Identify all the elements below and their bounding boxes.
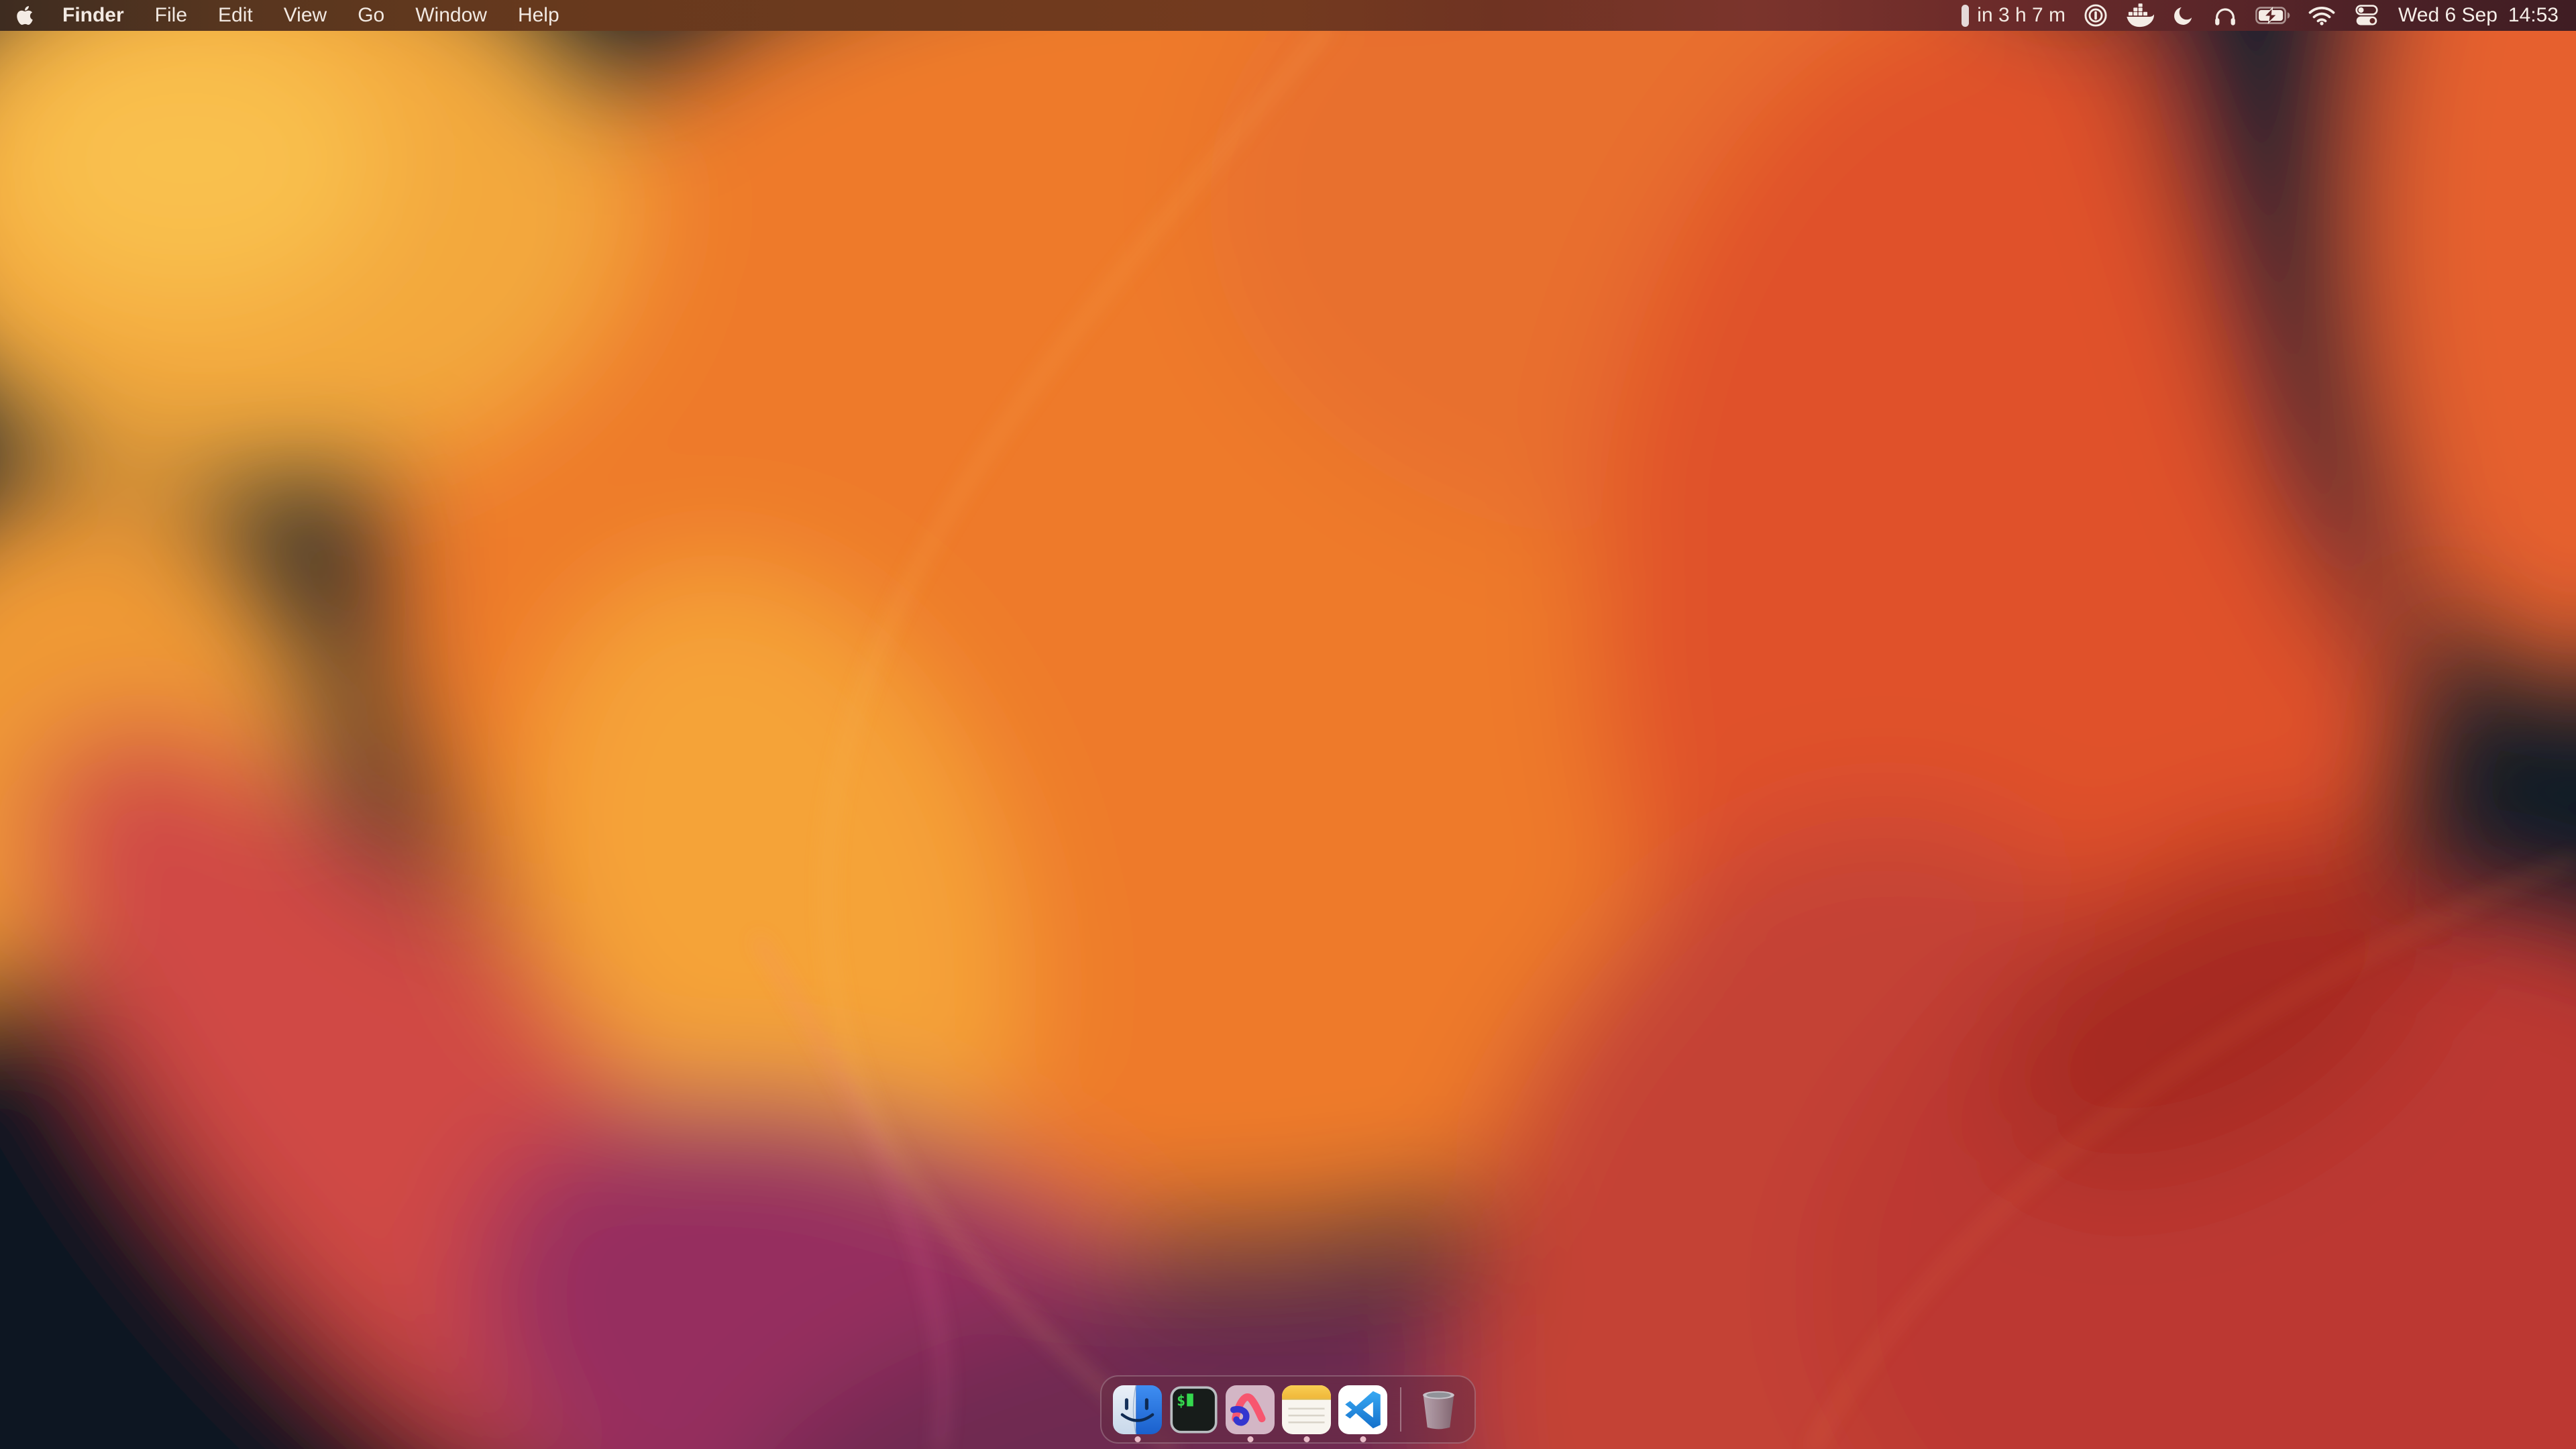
trash-icon [1414,1385,1463,1434]
menu-help[interactable]: Help [502,0,575,31]
dock-item-notes[interactable] [1282,1385,1331,1434]
battery-charging-icon [2255,6,2290,25]
menu-bar-clock[interactable]: Wed 6 Sep 14:53 [2398,4,2559,27]
menu-edit[interactable]: Edit [203,0,268,31]
dock-item-finder[interactable] [1113,1385,1162,1434]
running-indicator [1134,1436,1140,1442]
docker-menu-item[interactable] [2126,3,2154,28]
wifi-icon [2308,5,2335,25]
notes-icon [1282,1385,1331,1434]
terminal-icon: $ [1169,1385,1218,1434]
moon-icon [2172,4,2195,27]
menu-window[interactable]: Window [400,0,502,31]
sound-output-menu-item[interactable] [2213,4,2237,27]
running-indicator [1247,1436,1253,1442]
timer-status-item[interactable]: in 3 h 7 m [1962,4,2065,27]
arc-browser-icon [1226,1385,1275,1434]
wallpaper-art [0,0,2576,1449]
desktop[interactable]: Finder File Edit View Go Window Help in … [0,0,2576,1449]
running-indicator [1360,1436,1366,1442]
apple-logo-icon [16,5,34,26]
dock-item-arc[interactable] [1226,1385,1275,1434]
dock-separator [1400,1387,1401,1432]
dock: $ [1100,1375,1476,1444]
docker-whale-icon [2126,3,2154,28]
menu-file[interactable]: File [140,0,203,31]
dock-item-terminal[interactable]: $ [1169,1385,1218,1434]
timer-countdown-text: in 3 h 7 m [1977,4,2065,27]
menu-bar: Finder File Edit View Go Window Help in … [0,0,2576,31]
vscode-icon [1338,1385,1387,1434]
clock-date: Wed 6 Sep [2398,4,2498,27]
focus-menu-item[interactable] [2172,4,2195,27]
running-indicator [1303,1436,1309,1442]
dock-item-vscode[interactable] [1338,1385,1387,1434]
battery-menu-item[interactable] [2255,6,2290,25]
svg-text:$: $ [1177,1393,1185,1409]
apple-menu[interactable] [16,5,47,26]
clock-time: 14:53 [2508,4,2559,27]
menu-app-finder[interactable]: Finder [47,0,140,31]
menu-bar-status-area: in 3 h 7 m [1962,0,2559,31]
dock-item-trash[interactable] [1414,1385,1463,1434]
target-ring-icon [2084,3,2108,28]
target-ring-menu-item[interactable] [2084,3,2108,28]
headphones-icon [2213,4,2237,27]
control-center-menu-item[interactable] [2353,5,2380,26]
menu-go[interactable]: Go [342,0,400,31]
finder-icon [1113,1385,1162,1434]
desktop-wallpaper [0,0,2576,1449]
timer-bar-icon [1962,5,1969,27]
menu-bar-left: Finder File Edit View Go Window Help [16,0,575,31]
wifi-menu-item[interactable] [2308,5,2335,25]
control-center-icon [2353,5,2380,26]
menu-view[interactable]: View [268,0,342,31]
